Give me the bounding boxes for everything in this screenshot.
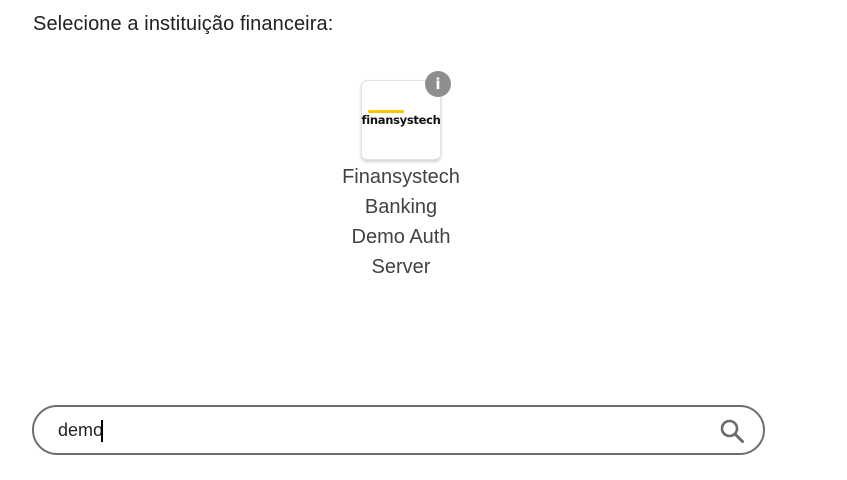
search-icon[interactable] xyxy=(719,418,745,444)
institution-selection-page: Selecione a instituição financeira: fina… xyxy=(0,0,847,480)
logo-text: finansystech xyxy=(361,113,441,127)
institution-name-line: Demo Auth xyxy=(351,226,451,248)
search-bar xyxy=(32,405,765,455)
info-icon[interactable]: i xyxy=(425,71,451,97)
text-caret xyxy=(101,420,103,442)
logo-accent-bar xyxy=(367,110,404,113)
logo-wordmark: finansystech xyxy=(361,110,441,127)
search-input[interactable] xyxy=(58,407,698,453)
institution-name-line: Server xyxy=(371,256,431,278)
institution-name[interactable]: Finansystech Banking Demo Auth Server xyxy=(331,162,471,282)
institution-name-line: Banking xyxy=(364,196,438,218)
institution-name-line: Finansystech xyxy=(342,166,460,188)
page-title: Selecione a instituição financeira: xyxy=(33,13,334,35)
